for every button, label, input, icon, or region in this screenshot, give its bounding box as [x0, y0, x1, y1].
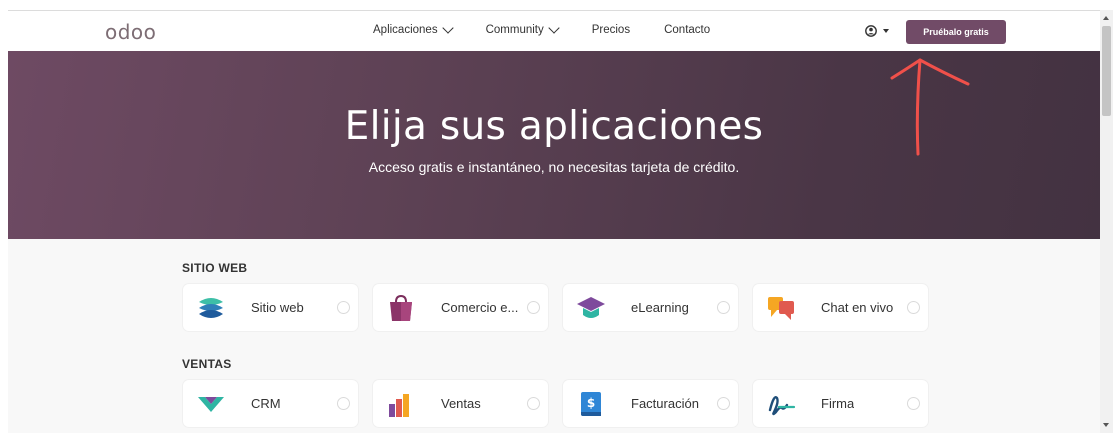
- nav-community-label: Community: [485, 24, 544, 36]
- chevron-down-icon: [548, 22, 560, 34]
- app-select-radio[interactable]: [717, 301, 730, 314]
- invoicing-icon: $: [581, 391, 601, 416]
- vertical-scrollbar[interactable]: [1100, 10, 1113, 433]
- account-menu[interactable]: [865, 25, 889, 37]
- scroll-down-icon[interactable]: [1103, 423, 1109, 427]
- app-select-radio[interactable]: [527, 301, 540, 314]
- signature-icon: [768, 395, 796, 415]
- app-card-firma[interactable]: Firma: [753, 380, 928, 427]
- scroll-up-icon[interactable]: [1103, 16, 1109, 20]
- user-circle-icon: [865, 25, 877, 37]
- ecommerce-bag-icon: [390, 294, 412, 321]
- nav-aplicaciones-label: Aplicaciones: [373, 24, 438, 36]
- app-label: Sitio web: [251, 300, 304, 315]
- app-card-elearning[interactable]: eLearning: [563, 284, 738, 331]
- website-icon: [199, 297, 223, 318]
- app-label: Comercio e...: [441, 300, 519, 315]
- nav-community[interactable]: Community: [485, 22, 560, 36]
- svg-text:$: $: [587, 396, 595, 410]
- section-title-ventas: VENTAS: [182, 357, 232, 371]
- chevron-down-icon: [441, 22, 454, 34]
- app-label: Firma: [821, 396, 855, 411]
- crm-icon: [198, 396, 224, 412]
- nav-contacto[interactable]: Contacto: [664, 24, 710, 36]
- app-card-comercio-electronico[interactable]: Comercio e...: [373, 284, 548, 331]
- app-card-sitio-web[interactable]: Sitio web: [183, 284, 358, 331]
- hero-subtitle: Acceso gratis e instantáneo, no necesita…: [368, 159, 740, 175]
- apps-content: SITIO WEB Sitio web Comercio e... eLearn…: [8, 239, 1100, 433]
- app-select-radio[interactable]: [717, 397, 730, 410]
- try-free-button[interactable]: Pruébalo gratis: [906, 20, 1006, 44]
- top-navbar: odoo Aplicaciones Community Precios Cont…: [8, 10, 1100, 51]
- graduation-cap-icon: [577, 296, 605, 318]
- sales-chart-icon: [389, 393, 409, 417]
- window-top: [0, 0, 1113, 10]
- scroll-thumb[interactable]: [1102, 26, 1111, 116]
- nav-precios-label: Precios: [591, 24, 631, 36]
- live-chat-icon: [768, 296, 794, 320]
- app-select-radio[interactable]: [527, 397, 540, 410]
- app-label: Ventas: [441, 396, 481, 411]
- nav-aplicaciones[interactable]: Aplicaciones: [373, 22, 454, 36]
- app-card-crm[interactable]: CRM: [183, 380, 358, 427]
- app-label: Chat en vivo: [821, 300, 894, 315]
- app-select-radio[interactable]: [337, 301, 350, 314]
- app-label: Facturación: [631, 396, 699, 411]
- app-label: eLearning: [631, 300, 689, 315]
- app-select-radio[interactable]: [907, 301, 920, 314]
- app-card-ventas[interactable]: Ventas: [373, 380, 548, 427]
- nav-contacto-label: Contacto: [664, 24, 711, 36]
- app-card-chat-en-vivo[interactable]: Chat en vivo: [753, 284, 928, 331]
- section-title-sitio-web: SITIO WEB: [182, 261, 248, 275]
- caret-down-icon: [883, 29, 889, 33]
- odoo-logo[interactable]: odoo: [105, 20, 156, 44]
- main-nav: Aplicaciones Community Precios Contacto: [373, 22, 744, 36]
- annotation-arrow-icon: [890, 58, 970, 156]
- app-label: CRM: [251, 396, 281, 411]
- app-card-facturacion[interactable]: $ Facturación: [563, 380, 738, 427]
- app-select-radio[interactable]: [907, 397, 920, 410]
- nav-precios[interactable]: Precios: [592, 24, 630, 36]
- app-select-radio[interactable]: [337, 397, 350, 410]
